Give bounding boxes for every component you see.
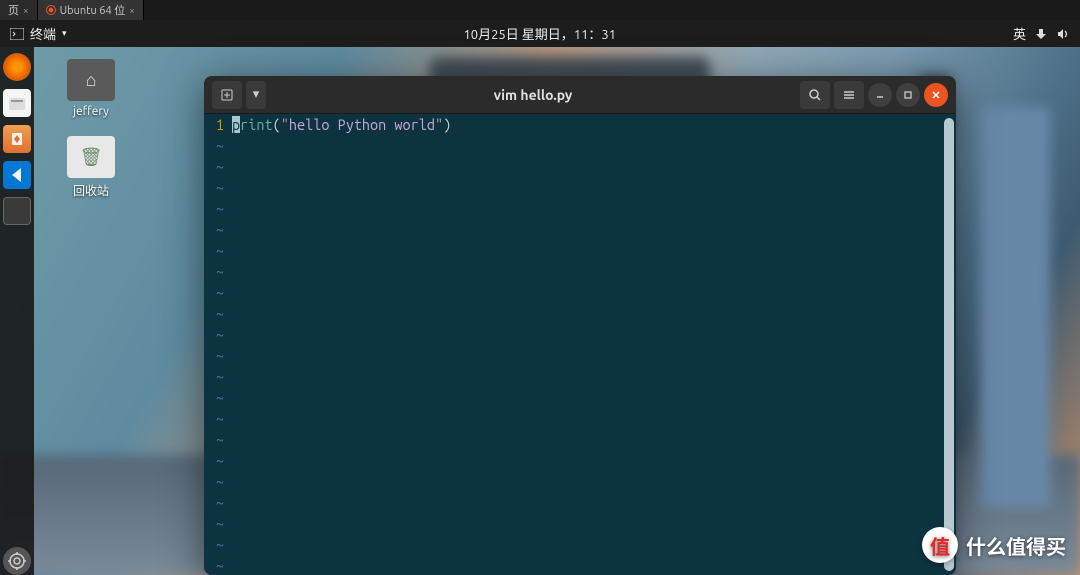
ubuntu-icon [46,5,56,15]
tab-menu-button[interactable]: ▾ [246,81,266,109]
empty-line: ~ [204,345,956,366]
empty-line: ~ [204,261,956,282]
empty-line: ~ [204,324,956,345]
empty-line: ~ [204,135,956,156]
window-title: vim hello.py [494,87,573,103]
empty-line: ~ [204,387,956,408]
firefox-launcher[interactable] [3,53,31,81]
watermark-text: 什么值得买 [966,531,1066,560]
empty-line: ~ [204,429,956,450]
close-icon[interactable]: × [129,5,135,16]
empty-line: ~ [204,513,956,534]
empty-line: ~ [204,555,956,575]
home-folder-icon[interactable]: ⌂ jeffery [56,59,126,118]
vm-tab[interactable]: 页 × [0,0,38,20]
search-button[interactable] [800,81,830,109]
line-number: 1 [204,114,232,135]
clock[interactable]: 10月25日 星期日，11：31 [463,24,616,43]
network-icon[interactable] [1034,27,1048,41]
icon-label: 回收站 [56,182,126,199]
vm-tab-active[interactable]: Ubuntu 64 位 × [38,0,144,20]
scrollbar[interactable] [944,118,954,571]
app-menu[interactable]: 终端 ▾ [10,24,67,43]
empty-line: ~ [204,282,956,303]
ime-indicator[interactable]: 英 [1013,24,1026,43]
empty-line: ~ [204,156,956,177]
files-launcher[interactable] [3,89,31,117]
empty-line: ~ [204,198,956,219]
vim-editor[interactable]: 1 print("hello Python world") ~~~~~~~~~~… [204,114,956,575]
minimize-button[interactable] [868,83,892,107]
vscode-launcher[interactable] [3,161,31,189]
watermark: 值 什么值得买 [922,527,1066,563]
maximize-button[interactable] [896,83,920,107]
terminal-icon [10,27,24,41]
new-tab-button[interactable] [212,81,242,109]
empty-line: ~ [204,303,956,324]
volume-icon[interactable] [1056,27,1070,41]
trash-bin-icon: 🗑 [67,136,115,178]
empty-line: ~ [204,408,956,429]
tab-label: Ubuntu 64 位 [60,2,126,18]
empty-line: ~ [204,534,956,555]
empty-line: ~ [204,366,956,387]
app-menu-label: 终端 [30,24,56,43]
empty-line: ~ [204,177,956,198]
string-literal: "hello Python world" [281,116,443,133]
chevron-down-icon: ▾ [62,28,67,39]
gnome-top-bar: 终端 ▾ 10月25日 星期日，11：31 英 [0,20,1080,47]
close-icon[interactable]: × [23,5,29,16]
icon-label: jeffery [56,105,126,118]
empty-line: ~ [204,492,956,513]
software-launcher[interactable] [3,125,31,153]
dock-item[interactable] [3,197,31,225]
empty-line: ~ [204,240,956,261]
hamburger-menu-button[interactable] [834,81,864,109]
desktop-icons: ⌂ jeffery 🗑 回收站 [56,59,126,217]
code-line: 1 print("hello Python world") [204,114,956,135]
dock [0,47,34,575]
watermark-badge: 值 [922,527,958,563]
empty-line: ~ [204,471,956,492]
close-button[interactable] [924,83,948,107]
vm-tab-strip: 页 × Ubuntu 64 位 × [0,0,1080,20]
trash-icon[interactable]: 🗑 回收站 [56,136,126,199]
empty-line: ~ [204,219,956,240]
cursor: p [232,116,240,133]
tab-label: 页 [8,2,19,18]
function-name: rint [240,116,272,133]
titlebar[interactable]: ▾ vim hello.py [204,76,956,114]
terminal-window: ▾ vim hello.py 1 print("hello Python w [204,76,956,575]
empty-line: ~ [204,450,956,471]
home-icon: ⌂ [67,59,115,101]
settings-launcher[interactable] [3,547,31,575]
